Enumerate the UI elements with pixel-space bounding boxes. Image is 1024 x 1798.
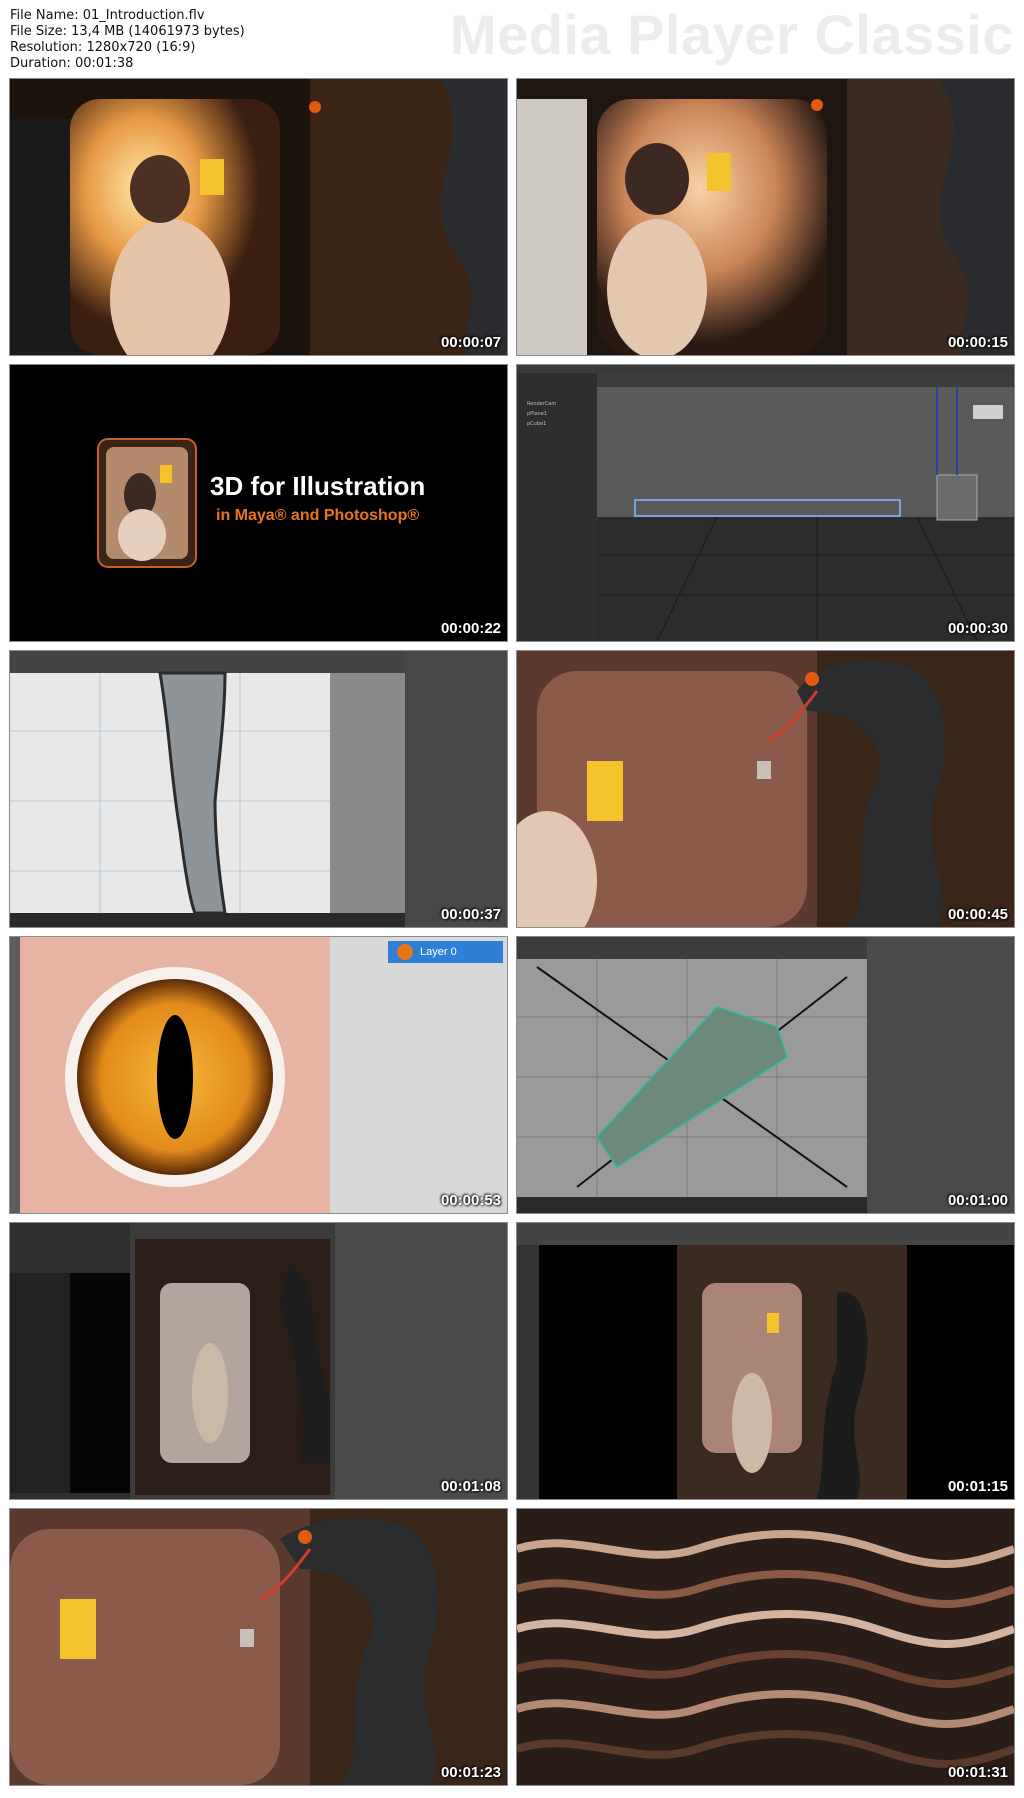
thumbnail-4: RenderCam pPlane1 pCube1 00:00:30 — [516, 364, 1015, 642]
thumbnail-12: 00:01:31 — [516, 1508, 1015, 1786]
file-size: File Size: 13,4 MB (14061973 bytes) — [10, 24, 245, 39]
maya-render-image — [10, 1223, 507, 1499]
thumbnail-9: 00:01:08 — [9, 1222, 508, 1500]
timestamp: 00:00:37 — [440, 906, 501, 923]
thumbnail-2: 00:00:15 — [516, 78, 1015, 356]
thumbnail-8: 00:01:00 — [516, 936, 1015, 1214]
svg-text:RenderCam: RenderCam — [527, 401, 556, 407]
timestamp: 00:01:31 — [947, 1764, 1008, 1781]
fridge-scene-image — [517, 79, 1014, 355]
maya-scene-image — [517, 1223, 1014, 1499]
timestamp: 00:01:08 — [440, 1478, 501, 1495]
timestamp: 00:00:53 — [440, 1192, 501, 1209]
photoshop-eye-image — [10, 937, 507, 1213]
svg-text:pPlane1: pPlane1 — [527, 411, 547, 417]
timestamp: 00:01:23 — [440, 1764, 501, 1781]
title-line-2: in Maya® and Photoshop® — [216, 507, 419, 524]
thumbnail-11: 00:01:23 — [9, 1508, 508, 1786]
title-line-1: 3D for Illustration — [210, 471, 425, 501]
maya-viewport-image: RenderCam pPlane1 pCube1 — [517, 365, 1014, 641]
maya-wedge-image — [517, 937, 1014, 1213]
duration: Duration: 00:01:38 — [10, 56, 134, 71]
file-info: File Name: 01_Introduction.flv File Size… — [10, 8, 245, 72]
brand-watermark: Media Player Classic — [449, 3, 1014, 66]
thumbnail-6: 00:00:45 — [516, 650, 1015, 928]
distortion-image — [517, 1509, 1014, 1785]
thumbnail-10: 00:01:15 — [516, 1222, 1015, 1500]
timestamp: 00:01:15 — [947, 1478, 1008, 1495]
thumbnail-1: 00:00:07 — [9, 78, 508, 356]
timestamp: 00:00:15 — [947, 334, 1008, 351]
timestamp: 00:00:07 — [440, 334, 501, 351]
timestamp: 00:00:22 — [440, 620, 501, 637]
svg-text:pCube1: pCube1 — [527, 421, 546, 427]
snake-closeup-image — [10, 1509, 507, 1785]
title-card-image: 3D for Illustration in Maya® and Photosh… — [10, 365, 507, 641]
timestamp: 00:00:45 — [947, 906, 1008, 923]
timestamp: 00:01:00 — [947, 1192, 1008, 1209]
resolution: Resolution: 1280x720 (16:9) — [10, 40, 196, 55]
timestamp: 00:00:30 — [947, 620, 1008, 637]
thumbnail-grid: 00:00:07 00:00:15 3D for Illustration in… — [9, 78, 1015, 1790]
thumbnail-5: 00:00:37 — [9, 650, 508, 928]
layer-name: Layer 0 — [420, 946, 457, 958]
thumbnail-3: 3D for Illustration in Maya® and Photosh… — [9, 364, 508, 642]
snake-closeup-image — [517, 651, 1014, 927]
thumbnail-7: Layer 0 00:00:53 — [9, 936, 508, 1214]
maya-modeling-image — [10, 651, 507, 927]
fridge-scene-image — [10, 79, 507, 355]
file-name: File Name: 01_Introduction.flv — [10, 8, 205, 23]
